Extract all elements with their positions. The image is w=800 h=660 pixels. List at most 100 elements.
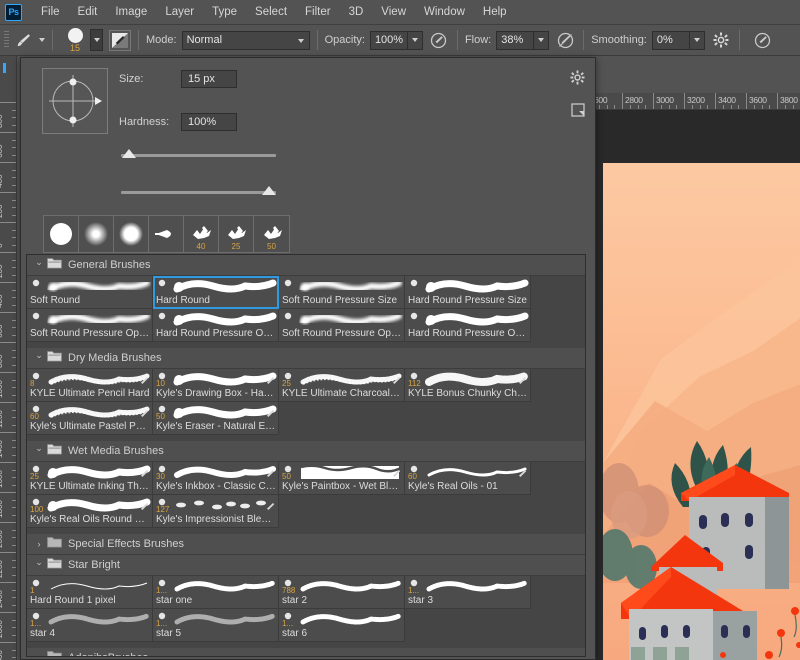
- menu-item-edit[interactable]: Edit: [69, 2, 107, 22]
- ruler-label: 3600: [749, 95, 767, 105]
- canvas-area[interactable]: [595, 110, 800, 660]
- ruler-tick: [0, 162, 16, 163]
- brush-preset-item[interactable]: Soft Round Pressure Opaci...: [279, 309, 405, 342]
- preset-spatter-40[interactable]: 40: [184, 216, 219, 252]
- artboard[interactable]: [603, 163, 800, 660]
- brush-group-header[interactable]: ⌄ Star Bright: [27, 555, 585, 576]
- brush-tilt-preview[interactable]: [42, 68, 108, 134]
- brush-preset-item[interactable]: 30 Kyle's Inkbox - Classic Cart...: [153, 462, 279, 495]
- menu-item-help[interactable]: Help: [474, 2, 516, 22]
- brush-preset-item[interactable]: 25 KYLE Ultimate Inking Thic...: [27, 462, 153, 495]
- opacity-input[interactable]: 100%: [369, 30, 408, 50]
- size-slider-thumb[interactable]: [122, 149, 136, 158]
- brush-preset-item[interactable]: 788 star 2: [279, 576, 405, 609]
- brush-preset-list[interactable]: ⌄ General Brushes Soft Round Hard Round Soft…: [26, 254, 586, 657]
- smoothing-dropdown-button[interactable]: [689, 30, 705, 50]
- hardness-slider-track[interactable]: [121, 191, 276, 194]
- chevron-down-icon[interactable]: ⌄: [33, 443, 45, 454]
- menu-item-image[interactable]: Image: [106, 2, 156, 22]
- brush-preset-item[interactable]: 60 Kyle's Real Oils - 01: [405, 462, 531, 495]
- ruler-tick: [0, 312, 16, 313]
- brush-preset-item[interactable]: 8 KYLE Ultimate Pencil Hard: [27, 369, 153, 402]
- options-bar-grip[interactable]: [4, 31, 9, 49]
- hardness-input[interactable]: 100%: [181, 113, 237, 131]
- brush-preset-label: Kyle's Eraser - Natural Edge: [156, 421, 276, 432]
- ruler-tick-minor: [792, 105, 794, 109]
- brush-preset-item[interactable]: Hard Round Pressure Opa...: [153, 309, 279, 342]
- brush-preset-item[interactable]: 1 Hard Round 1 pixel: [27, 576, 153, 609]
- brush-preset-item[interactable]: 50 Kyle's Paintbox - Wet Blen...: [279, 462, 405, 495]
- brush-group-header[interactable]: › Special Effects Brushes: [27, 534, 585, 555]
- brush-size-preview[interactable]: 15: [60, 26, 90, 55]
- airbrush-toggle-button[interactable]: [554, 29, 576, 51]
- brush-preset-item[interactable]: 1... star one: [153, 576, 279, 609]
- chevron-right-icon[interactable]: ›: [33, 653, 45, 656]
- preset-spatter-50[interactable]: 50: [254, 216, 289, 252]
- brush-tool-preset-chevron-icon[interactable]: [39, 38, 45, 42]
- brush-tip-dot-icon: [67, 27, 83, 43]
- chevron-down-icon[interactable]: ⌄: [33, 557, 45, 568]
- brush-preset-item[interactable]: 100 Kyle's Real Oils Round Flex...: [27, 495, 153, 528]
- brush-preset-item[interactable]: 112 KYLE Bonus Chunky Charc...: [405, 369, 531, 402]
- preset-spatter-25[interactable]: 25: [219, 216, 254, 252]
- menu-item-3d[interactable]: 3D: [340, 2, 373, 22]
- menu-item-filter[interactable]: Filter: [296, 2, 340, 22]
- flow-dropdown-button[interactable]: [534, 30, 550, 50]
- brush-size-label: 10: [156, 379, 165, 388]
- brush-preset-item[interactable]: 60 Kyle's Ultimate Pastel Palo...: [27, 402, 153, 435]
- hardness-slider-thumb[interactable]: [262, 186, 276, 195]
- blend-mode-select[interactable]: Normal: [181, 30, 310, 50]
- chevron-right-icon[interactable]: ›: [33, 539, 45, 549]
- brush-preset-item[interactable]: 1... star 3: [405, 576, 531, 609]
- opacity-pressure-toggle[interactable]: [428, 29, 450, 51]
- smoothing-input[interactable]: 0%: [651, 30, 690, 50]
- size-input[interactable]: 15 px: [181, 70, 237, 88]
- preset-soft-round-blur[interactable]: [79, 216, 114, 252]
- ruler-label: 400: [0, 174, 4, 188]
- chevron-down-icon[interactable]: ⌄: [33, 350, 45, 361]
- brush-preset-item[interactable]: 127 Kyle's Impressionist Blend...: [153, 495, 279, 528]
- brush-tool-icon[interactable]: [13, 29, 35, 51]
- brush-group-header[interactable]: ⌄ Dry Media Brushes: [27, 348, 585, 369]
- preset-size-label: 50: [267, 242, 276, 251]
- flow-input[interactable]: 38%: [496, 30, 535, 50]
- menu-item-file[interactable]: File: [32, 2, 69, 22]
- menu-item-layer[interactable]: Layer: [156, 2, 203, 22]
- menu-item-type[interactable]: Type: [203, 2, 246, 22]
- brush-settings-panel-toggle[interactable]: [109, 29, 131, 51]
- brush-preset-picker-button[interactable]: [90, 29, 103, 51]
- smoothing-options-gear-icon[interactable]: [710, 29, 732, 51]
- brush-preset-item[interactable]: Hard Round: [153, 276, 279, 309]
- tablet-pressure-size-toggle[interactable]: [752, 29, 774, 51]
- brush-group-header[interactable]: ⌄ General Brushes: [27, 255, 585, 276]
- brush-group-header[interactable]: ⌄ Wet Media Brushes: [27, 441, 585, 462]
- brush-preset-item[interactable]: Soft Round Pressure Size: [279, 276, 405, 309]
- size-slider-track[interactable]: [121, 154, 276, 157]
- ruler-tick-minor: [668, 105, 670, 109]
- preset-bullet[interactable]: [149, 216, 184, 252]
- brush-preset-item[interactable]: 10 Kyle's Drawing Box - Happ...: [153, 369, 279, 402]
- brush-preset-item[interactable]: 25 KYLE Ultimate Charcoal Pe...: [279, 369, 405, 402]
- opacity-dropdown-button[interactable]: [407, 30, 423, 50]
- brush-preset-item[interactable]: Soft Round: [27, 276, 153, 309]
- preset-soft-round[interactable]: [44, 216, 79, 252]
- menu-item-view[interactable]: View: [372, 2, 415, 22]
- brush-preset-item[interactable]: 1... star 6: [279, 609, 405, 642]
- brush-preset-item[interactable]: Hard Round Pressure Opa...: [405, 309, 531, 342]
- create-new-brush-icon[interactable]: [571, 103, 585, 122]
- preset-medium-round[interactable]: [114, 216, 149, 252]
- panel-settings-gear-icon[interactable]: [570, 70, 585, 90]
- vertical-ruler[interactable]: 8006004002000200400600800100012001400160…: [0, 56, 17, 660]
- brush-preset-label: star 5: [156, 628, 182, 639]
- brush-preset-item[interactable]: 1... star 5: [153, 609, 279, 642]
- horizontal-ruler[interactable]: 600 2800 3000 3200 3400 3600 3800: [595, 93, 800, 110]
- brush-preset-item[interactable]: Hard Round Pressure Size: [405, 276, 531, 309]
- chevron-down-icon[interactable]: ⌄: [33, 257, 45, 268]
- ruler-tick: [746, 93, 747, 109]
- menu-item-window[interactable]: Window: [415, 2, 474, 22]
- brush-group-header[interactable]: › AdonihsBrushes: [27, 648, 585, 656]
- brush-preset-item[interactable]: Soft Round Pressure Opacity: [27, 309, 153, 342]
- brush-preset-item[interactable]: 50 Kyle's Eraser - Natural Edge: [153, 402, 279, 435]
- brush-preset-item[interactable]: 1... star 4: [27, 609, 153, 642]
- menu-item-select[interactable]: Select: [246, 2, 296, 22]
